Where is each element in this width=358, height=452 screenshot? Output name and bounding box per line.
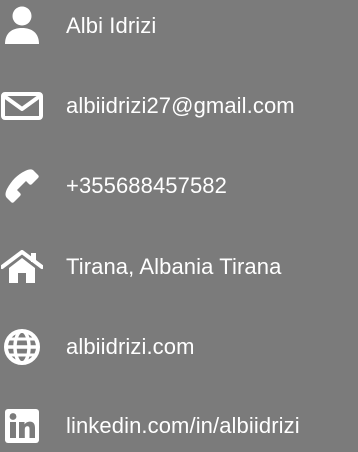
- contact-item-address: Tirana, Albania Tirana: [0, 241, 358, 293]
- user-icon: [0, 0, 44, 52]
- linkedin-icon: [0, 400, 44, 452]
- contact-phone-link[interactable]: +355688457582: [66, 175, 227, 197]
- contact-item-name: Albi Idrizi: [0, 0, 358, 52]
- contact-item-email[interactable]: albiidrizi27@gmail.com: [0, 80, 358, 132]
- contact-item-phone[interactable]: +355688457582: [0, 160, 358, 212]
- contact-email-link[interactable]: albiidrizi27@gmail.com: [66, 95, 295, 117]
- globe-icon: [0, 321, 44, 373]
- phone-icon: [0, 160, 44, 212]
- contact-linkedin-link[interactable]: linkedin.com/in/albiidrizi: [66, 415, 300, 437]
- contact-address: Tirana, Albania Tirana: [66, 254, 282, 279]
- envelope-icon: [0, 80, 44, 132]
- contact-info-list: Albi Idrizi albiidrizi27@gmail.com +3556…: [0, 0, 358, 446]
- home-icon: [0, 241, 44, 293]
- contact-name: Albi Idrizi: [66, 13, 157, 38]
- contact-item-linkedin[interactable]: linkedin.com/in/albiidrizi: [0, 400, 358, 452]
- contact-item-website[interactable]: albiidrizi.com: [0, 321, 358, 373]
- contact-website-link[interactable]: albiidrizi.com: [66, 336, 195, 358]
